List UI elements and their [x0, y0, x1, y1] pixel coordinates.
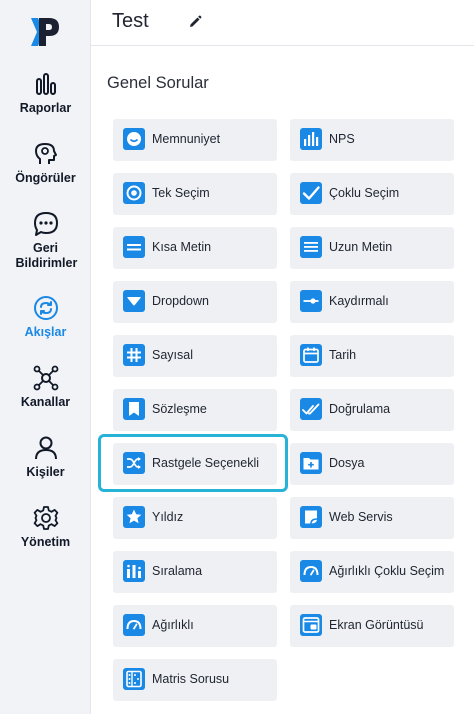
page-title: Test: [112, 10, 149, 32]
gear-icon: [33, 506, 58, 530]
question-label: Tarih: [329, 348, 357, 362]
question-label: Sayısal: [152, 348, 193, 362]
sidebar-item-ongoruler[interactable]: Öngörüler: [0, 140, 91, 186]
question-label: Dropdown: [152, 294, 209, 308]
question-label: Ağırlıklı Çoklu Seçim: [329, 564, 445, 578]
sidebar-item-kisiler[interactable]: Kişiler: [0, 434, 91, 480]
sidebar-item-raporlar[interactable]: Raporlar: [0, 70, 91, 116]
selection-highlight: [98, 434, 288, 492]
question-card-dosya[interactable]: Dosya: [290, 443, 454, 485]
question-label: Kaydırmalı: [329, 294, 389, 308]
sidebar-item-label: Akışlar: [24, 325, 67, 339]
gauge-icon: [300, 560, 322, 582]
sidebar-item-label: Raporlar: [19, 101, 72, 115]
user-icon: [34, 436, 57, 460]
sidebar-item-label: Kanallar: [20, 395, 71, 409]
sidebar-item-geri-bildirimler[interactable]: Geri Bildirimler: [0, 210, 91, 271]
question-card-coklu-secim[interactable]: Çoklu Seçim: [290, 173, 454, 215]
question-label: NPS: [329, 132, 355, 146]
question-card-tek-secim[interactable]: Tek Seçim: [113, 173, 277, 215]
ranking-icon: [123, 560, 145, 582]
folder-plus-icon: [300, 452, 322, 474]
brain-head-icon: [34, 143, 57, 164]
question-card-uzun-metin[interactable]: Uzun Metin: [290, 227, 454, 269]
screenshot-icon: [300, 614, 322, 636]
question-card-web-servis[interactable]: Web Servis: [290, 497, 454, 539]
sidebar-item-label: Yönetim: [20, 535, 71, 549]
network-icon: [33, 365, 58, 391]
question-label: Sıralama: [152, 564, 203, 578]
double-check-icon: [300, 398, 322, 420]
question-label: Ağırlıklı: [152, 618, 194, 632]
matrix-icon: [123, 668, 145, 690]
section-title: Genel Sorular: [107, 74, 209, 92]
question-card-matris-sorusu[interactable]: Matris Sorusu: [113, 659, 277, 701]
question-card-sozlesme[interactable]: Sözleşme: [113, 389, 277, 431]
question-label: Sözleşme: [152, 402, 207, 416]
long-text-icon: [300, 236, 322, 258]
slider-icon: [300, 290, 322, 312]
sidebar-item-label: Öngörüler: [15, 171, 76, 185]
smiley-icon: [123, 128, 145, 150]
sidebar-item-yonetim[interactable]: Yönetim: [0, 504, 91, 550]
question-card-tarih[interactable]: Tarih: [290, 335, 454, 377]
sidebar-item-label: Kişiler: [26, 465, 65, 479]
question-card-dogrulama[interactable]: Doğrulama: [290, 389, 454, 431]
question-card-dropdown[interactable]: Dropdown: [113, 281, 277, 323]
radio-icon: [123, 182, 145, 204]
question-card-ekran-goruntusu[interactable]: Ekran Görüntüsü: [290, 605, 454, 647]
question-card-yildiz[interactable]: Yıldız: [113, 497, 277, 539]
gauge-icon: [123, 614, 145, 636]
question-label: Matris Sorusu: [152, 672, 230, 686]
question-card-kaydirmali[interactable]: Kaydırmalı: [290, 281, 454, 323]
question-label: Dosya: [329, 456, 365, 470]
calendar-icon: [300, 344, 322, 366]
sidebar-item-label: Geri Bildirimler: [15, 241, 78, 270]
question-card-memnuniyet[interactable]: Memnuniyet: [113, 119, 277, 161]
question-label: Uzun Metin: [329, 240, 393, 254]
sidebar: Raporlar Öngörüler Geri Bildirimler Akış…: [0, 0, 91, 714]
question-label: Ekran Görüntüsü: [329, 618, 424, 632]
checkmark-icon: [300, 182, 322, 204]
question-label: Doğrulama: [329, 402, 391, 416]
sidebar-item-kanallar[interactable]: Kanallar: [0, 364, 91, 410]
question-label: Yıldız: [152, 510, 184, 524]
short-text-icon: [123, 236, 145, 258]
sidebar-item-akislar[interactable]: Akışlar: [0, 294, 91, 340]
question-label: Çoklu Seçim: [329, 186, 400, 200]
dropdown-icon: [123, 290, 145, 312]
hashtag-icon: [123, 344, 145, 366]
bookmark-icon: [123, 398, 145, 420]
chat-bubble-icon: [33, 212, 58, 236]
question-label: Tek Seçim: [152, 186, 210, 200]
bar-chart-icon: [300, 128, 322, 150]
question-label: Memnuniyet: [152, 132, 221, 146]
question-card-nps[interactable]: NPS: [290, 119, 454, 161]
pencil-icon[interactable]: [187, 14, 203, 30]
question-label: Kısa Metin: [152, 240, 212, 254]
question-card-sayisal[interactable]: Sayısal: [113, 335, 277, 377]
header: Test: [91, 0, 474, 46]
bar-chart-icon: [35, 73, 56, 95]
star-icon: [123, 506, 145, 528]
question-card-agirlikli-coklu-secim[interactable]: Ağırlıklı Çoklu Seçim: [290, 551, 454, 593]
question-label: Web Servis: [329, 510, 393, 524]
sync-icon: [33, 296, 58, 320]
cloud-icon: [300, 506, 322, 528]
question-card-siralama[interactable]: Sıralama: [113, 551, 277, 593]
app-logo[interactable]: [29, 14, 61, 50]
question-card-kisa-metin[interactable]: Kısa Metin: [113, 227, 277, 269]
question-card-agirlikli[interactable]: Ağırlıklı: [113, 605, 277, 647]
